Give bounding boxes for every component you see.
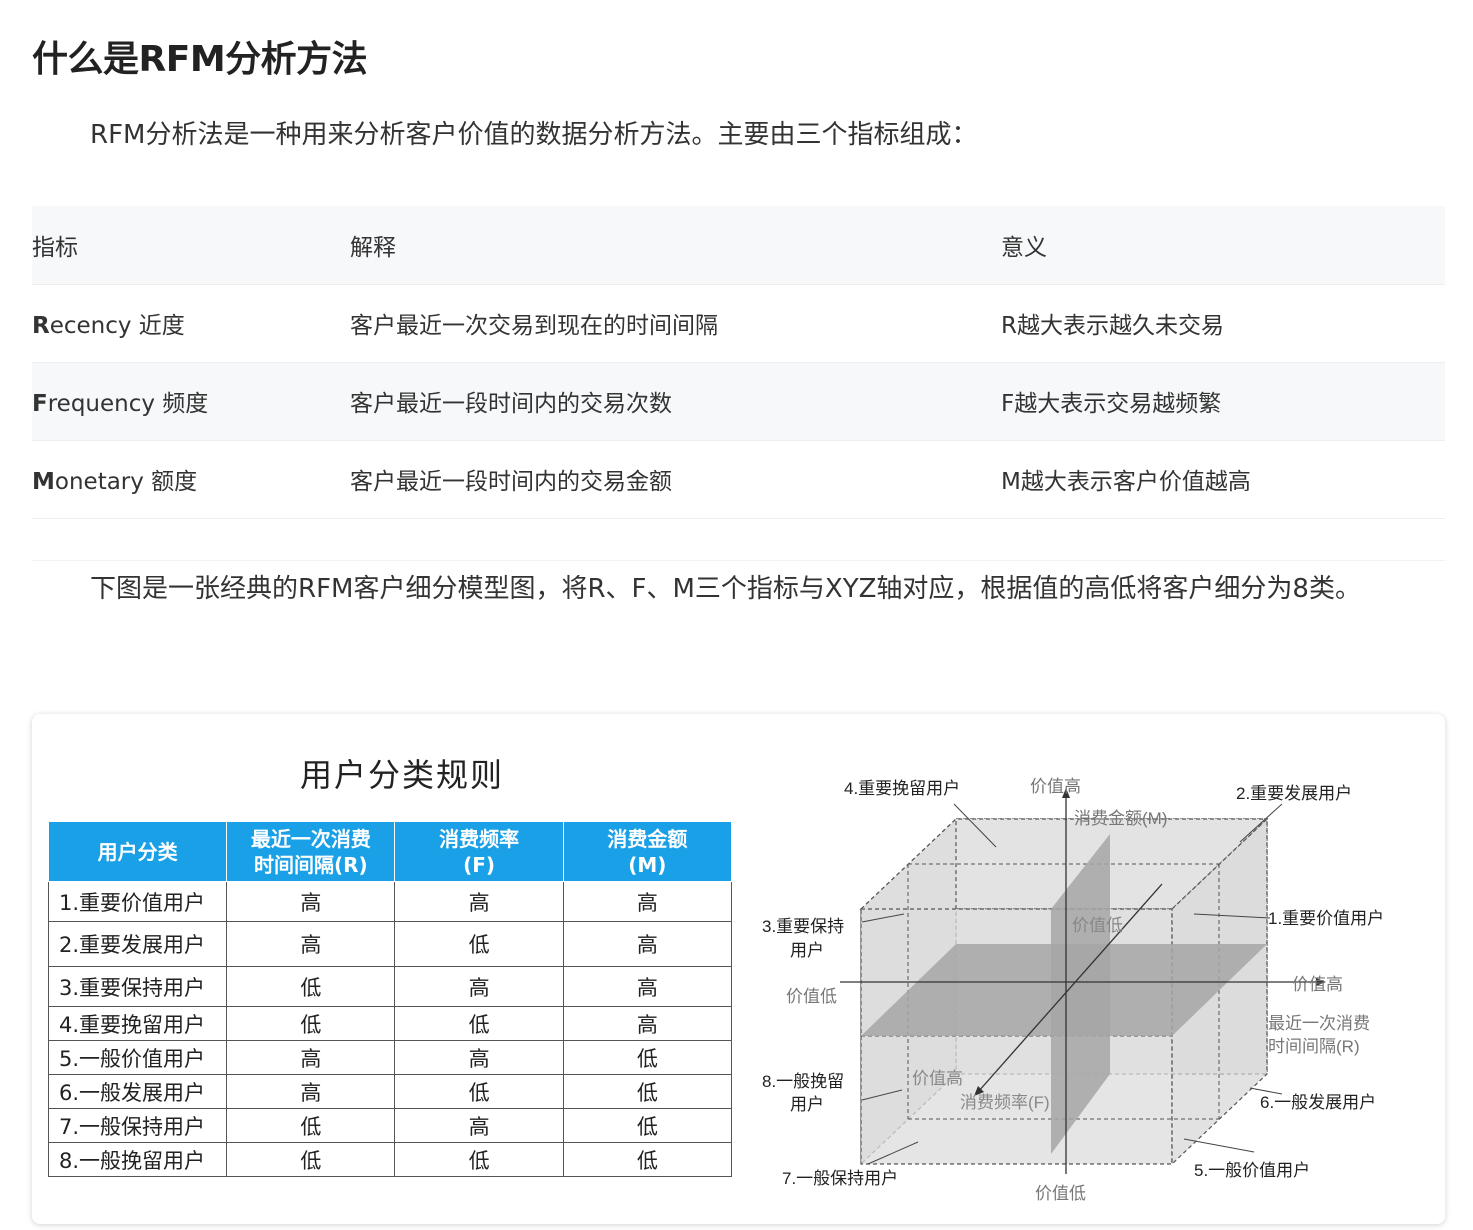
metric-meaning: R越大表示越久未交易: [1001, 284, 1445, 363]
metric-name: Frequency 频度: [32, 362, 350, 441]
metric-initial: M: [32, 469, 55, 495]
metric-explanation: 客户最近一次交易到现在的时间间隔: [350, 284, 1001, 363]
rule-cell-name: 3.重要保持用户: [47, 966, 228, 1007]
f-axis-title: 消费频率(F): [960, 1093, 1050, 1112]
rule-cell-f: 低: [394, 1074, 564, 1109]
rule-cell-name: 4.重要挽留用户: [47, 1006, 228, 1041]
rule-cell-f: 高: [394, 1108, 564, 1143]
rule-cell-f: 高: [394, 881, 564, 922]
rule-cell-f: 低: [394, 921, 564, 967]
rule-cell-name: 8.一般挽留用户: [47, 1142, 228, 1177]
metric-explanation: 客户最近一段时间内的交易金额: [350, 440, 1001, 519]
rule-cell-f: 高: [394, 966, 564, 1007]
rfm-model-figure: 用户分类规则 用户分类 最近一次消费 时间间隔(R) 消费频率 (F) 消费金额…: [32, 714, 1445, 1224]
f-axis-high-label: 价值高: [912, 1069, 963, 1088]
segment-3-label-line2: 用户: [790, 941, 824, 960]
segment-4-label: 4.重要挽留用户: [844, 779, 960, 798]
m-axis-title: 消费金额(M): [1074, 809, 1167, 828]
segment-3-label: 3.重要保持: [762, 917, 844, 936]
rule-cell-r: 高: [226, 881, 396, 922]
rule-cell-name: 2.重要发展用户: [47, 921, 228, 967]
metric-rest: ecency 近度: [49, 313, 185, 339]
description-paragraph: 下图是一张经典的RFM客户细分模型图，将R、F、M三个指标与XYZ轴对应，根据值…: [90, 574, 1361, 604]
table-row: 7.一般保持用户 低 高 低: [47, 1108, 733, 1143]
rule-header-row: 用户分类 最近一次消费 时间间隔(R) 消费频率 (F) 消费金额 (M): [47, 821, 733, 882]
metric-initial: F: [32, 391, 48, 417]
rule-cell-name: 1.重要价值用户: [47, 881, 228, 922]
metric-meaning: M越大表示客户价值越高: [1001, 440, 1445, 519]
r-axis-title-line2: 时间间隔(R): [1268, 1037, 1360, 1056]
rule-cell-r: 低: [226, 1142, 396, 1177]
r-axis-title: 最近一次消费: [1268, 1014, 1370, 1033]
segment-5-label: 5.一般价值用户: [1194, 1161, 1310, 1180]
table-row: 3.重要保持用户 低 高 高: [47, 966, 733, 1007]
metrics-header-row: 指标 解释 意义: [32, 206, 1445, 285]
rule-header-frequency: 消费频率 (F): [394, 821, 564, 882]
rule-cell-f: 低: [394, 1142, 564, 1177]
rule-cell-r: 低: [226, 1108, 396, 1143]
table-row: 5.一般价值用户 高 高 低: [47, 1040, 733, 1075]
section-divider: [32, 560, 1445, 561]
leader-line: [1183, 1138, 1255, 1153]
metric-initial: R: [32, 313, 50, 339]
header-meaning: 意义: [1001, 206, 1445, 285]
rule-cell-r: 低: [226, 966, 396, 1007]
rule-cell-m: 低: [562, 1040, 733, 1075]
intro-paragraph: RFM分析法是一种用来分析客户价值的数据分析方法。主要由三个指标组成：: [90, 120, 978, 150]
header-explanation: 解释: [350, 206, 1001, 285]
metric-name: Recency 近度: [32, 284, 350, 363]
m-axis-high-label: 价值高: [1030, 777, 1081, 796]
rule-cell-r: 高: [226, 1040, 396, 1075]
metric-rest: requency 频度: [47, 391, 209, 417]
rule-cell-m: 低: [562, 1074, 733, 1109]
m-axis-low-label: 价值低: [1035, 1184, 1086, 1203]
metric-rest: onetary 额度: [54, 469, 198, 495]
table-row: 1.重要价值用户 高 高 高: [47, 881, 733, 922]
metric-name: Monetary 额度: [32, 440, 350, 519]
table-row: 4.重要挽留用户 低 低 高: [47, 1006, 733, 1041]
rule-cell-r: 高: [226, 1074, 396, 1109]
rule-cell-name: 6.一般发展用户: [47, 1074, 228, 1109]
header-metric: 指标: [32, 206, 350, 285]
rule-cell-f: 高: [394, 1040, 564, 1075]
table-row: Recency 近度 客户最近一次交易到现在的时间间隔 R越大表示越久未交易: [32, 284, 1445, 363]
metrics-table: 指标 解释 意义 Recency 近度 客户最近一次交易到现在的时间间隔 R越大…: [32, 206, 1445, 519]
segment-8-label: 8.一般挽留: [762, 1072, 844, 1091]
table-row: Frequency 频度 客户最近一段时间内的交易次数 F越大表示交易越频繁: [32, 362, 1445, 441]
rule-header-category: 用户分类: [47, 821, 228, 882]
metric-meaning: F越大表示交易越频繁: [1001, 362, 1445, 441]
segment-7-label: 7.一般保持用户: [782, 1169, 898, 1188]
rule-cell-f: 低: [394, 1006, 564, 1041]
page-title: 什么是RFM分析方法: [32, 39, 368, 80]
rfm-cube-diagram: 4.重要挽留用户 2.重要发展用户 3.重要保持 用户 1.重要价值用户 8.一…: [762, 777, 1384, 1203]
rule-cell-m: 低: [562, 1142, 733, 1177]
rule-cell-m: 低: [562, 1108, 733, 1143]
metric-explanation: 客户最近一段时间内的交易次数: [350, 362, 1001, 441]
f-axis-low-label: 价值低: [1072, 916, 1123, 935]
rule-cell-r: 高: [226, 921, 396, 967]
table-row: 8.一般挽留用户 低 低 低: [47, 1142, 733, 1177]
rule-header-monetary: 消费金额 (M): [562, 821, 733, 882]
table-row: 2.重要发展用户 高 低 高: [47, 921, 733, 967]
rule-cell-m: 高: [562, 966, 733, 1007]
rule-cell-name: 5.一般价值用户: [47, 1040, 228, 1075]
rule-table-title: 用户分类规则: [299, 756, 504, 794]
r-axis-high-label: 价值高: [1292, 975, 1343, 994]
rule-cell-r: 低: [226, 1006, 396, 1041]
rule-cell-m: 高: [562, 881, 733, 922]
segment-6-label: 6.一般发展用户: [1260, 1093, 1376, 1112]
rule-cell-m: 高: [562, 1006, 733, 1041]
segment-1-label: 1.重要价值用户: [1268, 909, 1384, 928]
r-axis-low-label: 价值低: [786, 987, 837, 1006]
rule-cell-name: 7.一般保持用户: [47, 1108, 228, 1143]
rule-header-recency: 最近一次消费 时间间隔(R): [226, 821, 396, 882]
segment-2-label: 2.重要发展用户: [1236, 784, 1352, 803]
rule-cell-m: 高: [562, 921, 733, 967]
user-classification-table: 用户分类 最近一次消费 时间间隔(R) 消费频率 (F) 消费金额 (M) 1.…: [47, 821, 733, 1177]
table-row: 6.一般发展用户 高 低 低: [47, 1074, 733, 1109]
table-row: Monetary 额度 客户最近一段时间内的交易金额 M越大表示客户价值越高: [32, 440, 1445, 519]
segment-8-label-line2: 用户: [790, 1095, 824, 1114]
